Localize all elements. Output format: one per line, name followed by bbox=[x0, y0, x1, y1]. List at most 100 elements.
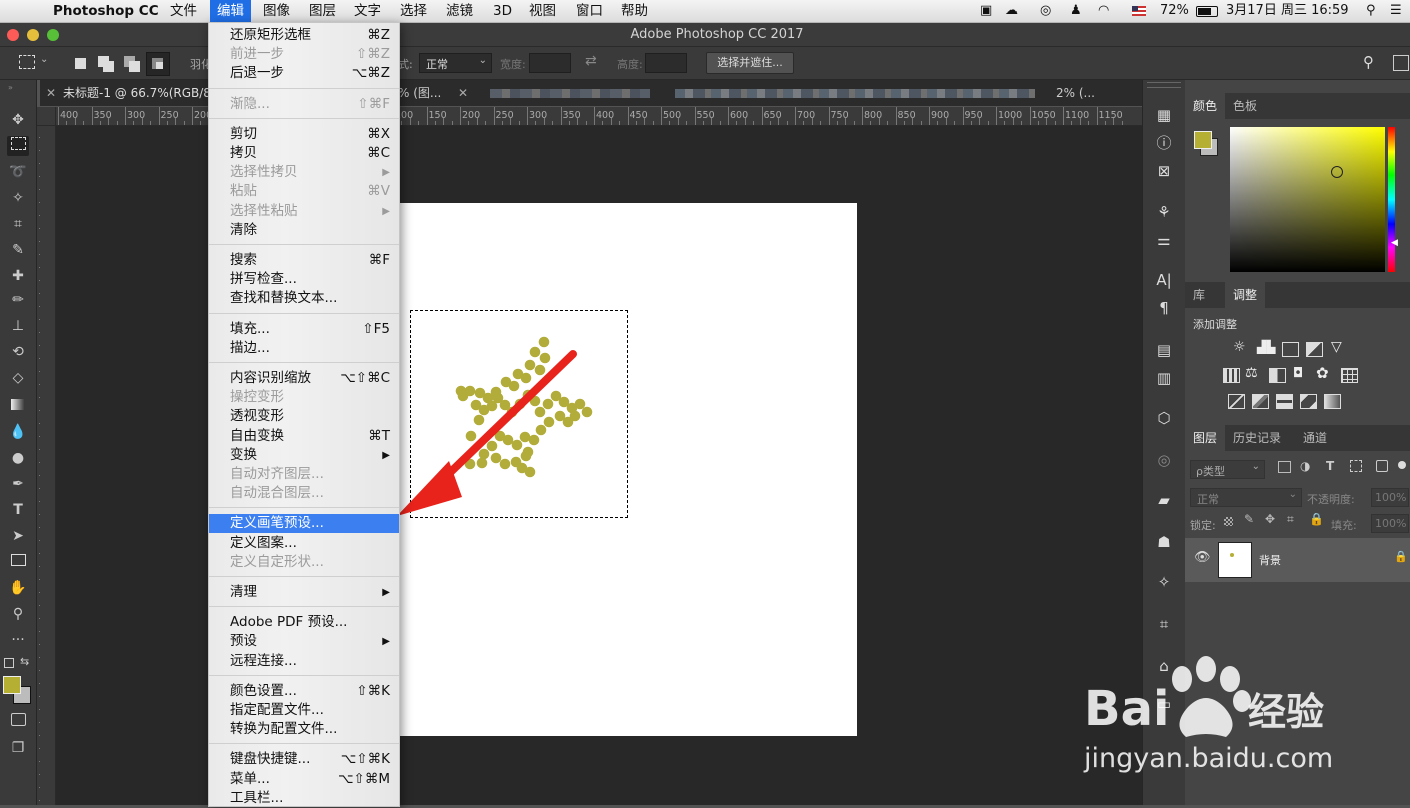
timeline-panel-icon[interactable]: ◎ bbox=[1154, 450, 1174, 470]
menu-item[interactable]: 自由变换 ⌘T bbox=[209, 427, 399, 446]
properties-panel-icon[interactable]: ▦ bbox=[1154, 105, 1174, 125]
lock-position-icon[interactable]: ✥ bbox=[1265, 512, 1275, 526]
menu-item[interactable]: 描边... bbox=[209, 339, 399, 358]
watermark-logo-jingyan: 经验 bbox=[1248, 690, 1324, 734]
tab-color[interactable]: 颜色 bbox=[1185, 93, 1226, 119]
tab-channels[interactable]: 通道 bbox=[1295, 425, 1335, 451]
vibrance-icon[interactable]: ▽ bbox=[1331, 339, 1342, 355]
menu-item[interactable]: 键盘快捷键... ⌥⇧⌘K bbox=[209, 750, 399, 769]
menu-item[interactable]: 透视变形 bbox=[209, 407, 399, 426]
menu-item[interactable]: 变换 ▶ bbox=[209, 446, 399, 465]
levels-icon[interactable]: ▟▙ bbox=[1257, 340, 1275, 354]
brightness-contrast-icon[interactable]: ☼ bbox=[1233, 339, 1246, 355]
selective-color-icon[interactable] bbox=[1300, 394, 1317, 409]
crop-panel-icon[interactable]: ⌗ bbox=[1154, 614, 1174, 634]
lock-artboard-icon[interactable]: ⌗ bbox=[1287, 512, 1294, 527]
invert-icon[interactable] bbox=[1228, 394, 1245, 409]
layer-comps-panel-icon[interactable]: ▤ bbox=[1154, 340, 1174, 360]
black-white-icon[interactable] bbox=[1269, 368, 1286, 383]
actions-panel-icon[interactable]: ☗ bbox=[1154, 532, 1174, 552]
photo-filter-icon[interactable]: ◘ bbox=[1293, 366, 1303, 381]
color-balance-icon[interactable]: ⚖ bbox=[1245, 365, 1258, 381]
menu-item-label: 自动对齐图层... bbox=[230, 466, 324, 482]
menu-item[interactable]: 颜色设置... ⇧⌘K bbox=[209, 682, 399, 701]
gradient-map-icon[interactable] bbox=[1324, 394, 1341, 409]
menu-item[interactable]: 定义画笔预设... bbox=[209, 514, 399, 534]
opacity-input[interactable]: 100% bbox=[1371, 488, 1409, 507]
tab-swatches[interactable]: 色板 bbox=[1225, 93, 1265, 119]
hue-slider-handle[interactable]: ◀ bbox=[1391, 238, 1398, 248]
lock-all-icon[interactable]: 🔒 bbox=[1309, 512, 1324, 526]
fill-input[interactable]: 100% bbox=[1371, 514, 1409, 533]
exposure-icon[interactable] bbox=[1306, 342, 1323, 357]
tab-adjustments[interactable]: 调整 bbox=[1225, 282, 1266, 308]
lock-image-pixels-icon[interactable]: ✎ bbox=[1244, 512, 1254, 526]
color-picker-cursor[interactable] bbox=[1331, 166, 1343, 178]
panel-foreground-swatch[interactable] bbox=[1194, 131, 1212, 149]
filter-smart-object-icon[interactable] bbox=[1376, 460, 1388, 472]
menu-item[interactable]: 查找和替换文本... bbox=[209, 289, 399, 308]
channel-mixer-icon[interactable]: ✿ bbox=[1316, 364, 1329, 382]
menu-item[interactable]: 清除 bbox=[209, 221, 399, 240]
menu-item[interactable]: 转换为配置文件... bbox=[209, 720, 399, 739]
menu-item-label: 前进一步 bbox=[230, 46, 284, 63]
filter-adjustment-layer-icon[interactable]: ◑ bbox=[1300, 459, 1310, 473]
tool-presets-panel-icon[interactable]: ✧ bbox=[1154, 572, 1174, 592]
color-field[interactable] bbox=[1230, 127, 1385, 272]
info-panel-icon[interactable]: ⓘ bbox=[1154, 133, 1174, 153]
filter-pixel-layer-icon[interactable] bbox=[1278, 461, 1291, 473]
menu-item[interactable]: 剪切 ⌘X bbox=[209, 125, 399, 144]
3d-panel-icon[interactable]: ⬡ bbox=[1154, 408, 1174, 428]
layer-name[interactable]: 背景 bbox=[1259, 552, 1281, 568]
tab-layers[interactable]: 图层 bbox=[1185, 425, 1226, 451]
menu-item[interactable]: 预设 ▶ bbox=[209, 632, 399, 651]
menu-item[interactable]: 内容识别缩放 ⌥⇧⌘C bbox=[209, 369, 399, 388]
filter-type-layer-icon[interactable]: T bbox=[1326, 459, 1334, 473]
color-lookup-icon[interactable] bbox=[1341, 368, 1358, 383]
menu-item[interactable]: 菜单... ⌥⇧⌘M bbox=[209, 770, 399, 789]
tab-libraries[interactable]: 库 bbox=[1185, 282, 1213, 308]
hue-saturation-icon[interactable] bbox=[1223, 368, 1240, 383]
tab-history[interactable]: 历史记录 bbox=[1225, 425, 1289, 451]
brush-dot bbox=[538, 336, 550, 348]
menu-item[interactable]: 清理 ▶ bbox=[209, 583, 399, 602]
brush-dot bbox=[529, 346, 541, 358]
menu-item[interactable]: 定义图案... bbox=[209, 534, 399, 553]
menu-item[interactable]: 搜索 ⌘F bbox=[209, 251, 399, 270]
blend-mode-select[interactable]: 正常 ⌄ bbox=[1190, 488, 1302, 507]
brush-settings-panel-icon[interactable]: ⚘ bbox=[1154, 202, 1174, 222]
menu-item[interactable]: 指定配置文件... bbox=[209, 701, 399, 720]
menu-item[interactable]: 填充... ⇧F5 bbox=[209, 320, 399, 339]
menu-item[interactable]: 拷贝 ⌘C bbox=[209, 144, 399, 163]
layer-visibility-eye-icon[interactable]: 👁 bbox=[1194, 550, 1211, 565]
menu-item: 前进一步 ⇧⌘Z bbox=[209, 45, 399, 64]
menu-item-label: 后退一步 bbox=[230, 65, 284, 82]
lock-transparent-pixels-icon[interactable] bbox=[1224, 517, 1233, 526]
menu-item[interactable]: 还原矩形选框 ⌘Z bbox=[209, 26, 399, 45]
adjustments-panel-icon[interactable]: ⚌ bbox=[1154, 230, 1174, 250]
menu-item-shortcut: ⌘V bbox=[367, 183, 390, 200]
layer-row-background[interactable]: 👁 背景 🔒 bbox=[1185, 538, 1410, 582]
menu-item[interactable]: 远程连接... bbox=[209, 652, 399, 671]
navigator-panel-icon[interactable]: ⊠ bbox=[1154, 161, 1174, 181]
threshold-icon[interactable] bbox=[1276, 394, 1293, 409]
brush-dot bbox=[511, 439, 523, 451]
character-panel-icon[interactable]: A| bbox=[1154, 270, 1174, 290]
libraries-panel-icon[interactable]: ▰ bbox=[1154, 490, 1174, 510]
posterize-icon[interactable] bbox=[1252, 394, 1269, 409]
menu-item[interactable]: 拼写检查... bbox=[209, 270, 399, 289]
curves-icon[interactable] bbox=[1282, 342, 1299, 357]
filter-toggle-icon[interactable] bbox=[1398, 461, 1406, 469]
menu-item[interactable]: 后退一步 ⌥⌘Z bbox=[209, 64, 399, 83]
menu-item-label: 拼写检查... bbox=[230, 271, 297, 288]
paragraph-panel-icon[interactable]: ¶ bbox=[1154, 298, 1174, 318]
menu-item-label: 颜色设置... bbox=[230, 682, 297, 699]
dock-grip[interactable] bbox=[1147, 82, 1181, 88]
hue-slider[interactable] bbox=[1388, 127, 1395, 272]
menu-separator bbox=[209, 576, 399, 577]
menu-item[interactable]: Adobe PDF 预设... bbox=[209, 613, 399, 632]
notes-panel-icon[interactable]: ▥ bbox=[1154, 368, 1174, 388]
brush-dot bbox=[512, 368, 524, 380]
filter-shape-layer-icon[interactable] bbox=[1350, 460, 1362, 472]
layer-kind-filter[interactable]: ρ类型 ⌄ bbox=[1190, 460, 1265, 479]
